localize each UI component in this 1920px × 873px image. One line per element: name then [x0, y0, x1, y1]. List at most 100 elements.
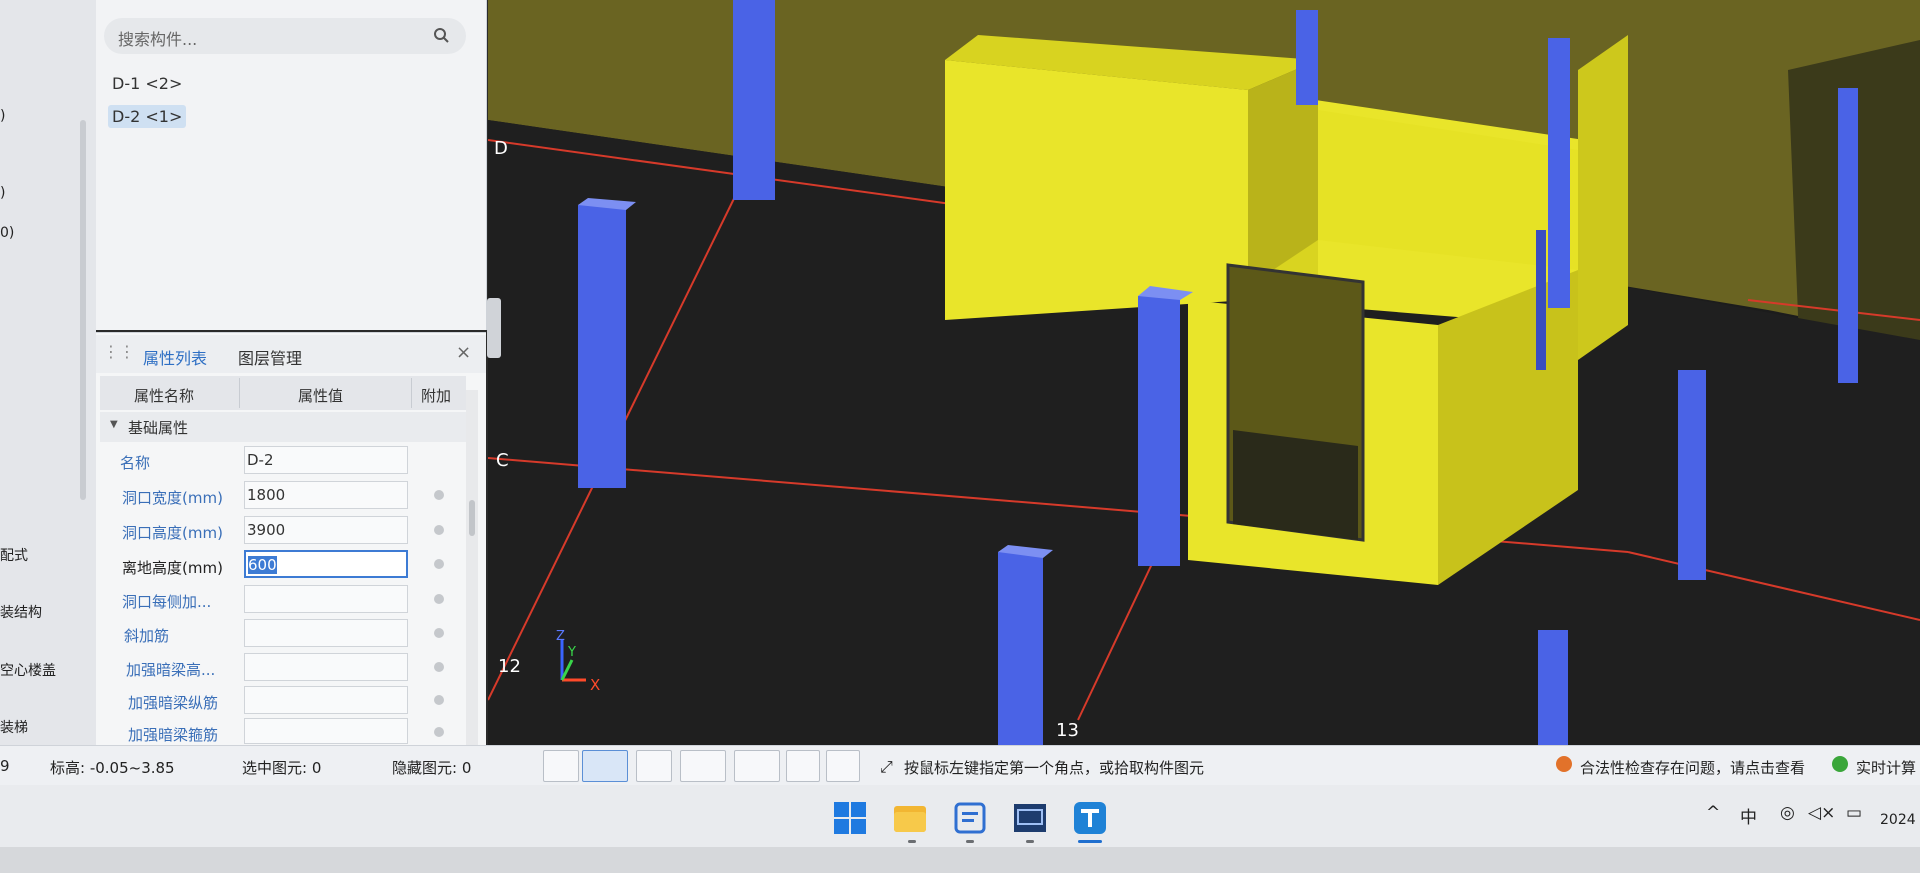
status-hidden: 隐藏图元: 0 — [392, 759, 472, 777]
property-name: 加强暗梁纵筋 — [128, 694, 219, 712]
status-warning[interactable]: 合法性检查存在问题，请点击查看 — [1580, 757, 1805, 778]
gizmo-z-label: Z — [556, 629, 565, 644]
property-value-field[interactable] — [244, 585, 408, 613]
property-value-field-active[interactable]: 600 — [244, 550, 408, 578]
left-nav-strip: ) ) 0) 配式 装结构 空心楼盖 装梯 — [0, 0, 96, 745]
extra-toggle[interactable] — [434, 559, 444, 569]
extra-toggle[interactable] — [434, 662, 444, 672]
tab-layer-management[interactable]: 图层管理 — [238, 345, 302, 369]
snap-ortho-button[interactable] — [543, 750, 579, 782]
gizmo-y-label: Y — [567, 645, 576, 660]
column — [1296, 10, 1318, 105]
column — [1548, 38, 1570, 308]
tab-property-list[interactable]: 属性列表 — [143, 345, 207, 369]
column — [998, 552, 1043, 745]
property-name: 斜加筋 — [124, 627, 170, 645]
property-name: 加强暗梁箍筋 — [128, 726, 219, 744]
extra-toggle[interactable] — [434, 490, 444, 500]
extra-toggle[interactable] — [434, 727, 444, 737]
axis-label-d: D — [494, 138, 508, 159]
snap-box-button[interactable] — [582, 750, 628, 782]
running-indicator — [908, 840, 916, 843]
header-name: 属性名称 — [134, 387, 195, 405]
snap-point-button[interactable] — [734, 750, 780, 782]
opening-floor — [1233, 430, 1358, 540]
clock-date[interactable]: 2024 — [1880, 812, 1916, 828]
ime-indicator[interactable]: 中 — [1740, 803, 1757, 828]
property-name: 洞口宽度(mm) — [122, 489, 223, 507]
extra-toggle[interactable] — [434, 594, 444, 604]
nav-fragment[interactable]: 装梯 — [0, 717, 28, 737]
property-value-field[interactable] — [244, 619, 408, 647]
nav-fragment[interactable]: ) — [0, 108, 5, 124]
collapse-arrow-icon[interactable]: ▼ — [110, 419, 118, 430]
axis-label-12: 12 — [498, 656, 521, 677]
header-value: 属性值 — [298, 387, 344, 405]
property-name: 名称 — [120, 454, 151, 472]
property-value-field[interactable] — [244, 718, 408, 744]
header-divider — [411, 378, 412, 408]
running-indicator — [1026, 840, 1034, 843]
property-value-field[interactable] — [244, 653, 408, 681]
column — [1538, 630, 1568, 745]
search-placeholder: 搜索构件... — [118, 30, 198, 49]
gizmo-x-label: X — [590, 676, 600, 694]
column — [1678, 370, 1706, 580]
column — [733, 0, 775, 200]
nav-fragment[interactable]: 空心楼盖 — [0, 660, 56, 680]
snap-angle-button[interactable] — [680, 750, 726, 782]
component-item-selected[interactable]: D-2 <1> — [108, 105, 187, 128]
column — [1838, 88, 1858, 383]
windows-start-icon[interactable] — [832, 800, 868, 836]
search-icon[interactable] — [433, 27, 449, 43]
chevron-up-icon[interactable]: ^ — [1706, 803, 1720, 823]
status-elevation: 标高: -0.05~3.85 — [50, 759, 175, 777]
wall-side — [1578, 35, 1628, 360]
nav-fragment[interactable]: ) — [0, 185, 5, 201]
file-explorer-icon[interactable] — [892, 800, 928, 836]
extra-toggle[interactable] — [434, 695, 444, 705]
nav-scrollbar[interactable] — [80, 120, 86, 500]
3d-viewport[interactable]: D C 12 13 Z Y X — [488, 0, 1920, 745]
snap-cross-button[interactable] — [636, 750, 672, 782]
status-fragment: 9 — [0, 757, 10, 775]
drag-handle-icon[interactable]: ⋮⋮ — [103, 342, 135, 361]
panel-collapse-handle[interactable] — [487, 298, 501, 358]
status-realtime[interactable]: 实时计算 — [1856, 757, 1916, 778]
snap-curve-button[interactable] — [826, 750, 860, 782]
property-name: 加强暗梁高... — [126, 661, 216, 679]
network-icon[interactable]: ◎ — [1780, 803, 1795, 823]
status-selected: 选中图元: 0 — [242, 759, 322, 777]
battery-icon[interactable]: ▭ — [1846, 803, 1862, 823]
group-label: 基础属性 — [128, 419, 189, 437]
app-icon[interactable] — [952, 800, 988, 836]
glodon-app-icon[interactable] — [1072, 800, 1108, 836]
resize-icon: ⤢ — [880, 757, 893, 776]
nav-fragment[interactable]: 装结构 — [0, 602, 42, 622]
property-value-field[interactable]: D-2 — [244, 446, 408, 474]
active-indicator — [1078, 840, 1102, 843]
nav-fragment[interactable]: 配式 — [0, 545, 28, 565]
3d-scene[interactable]: D C 12 13 Z Y X — [488, 0, 1920, 745]
property-value-field[interactable] — [244, 686, 408, 714]
running-indicator — [966, 840, 974, 843]
property-name: 洞口高度(mm) — [122, 524, 223, 542]
cad-app-icon[interactable] — [1012, 800, 1048, 836]
property-value-field[interactable]: 3900 — [244, 516, 408, 544]
snap-grid-button[interactable] — [786, 750, 820, 782]
warning-icon[interactable] — [1556, 756, 1572, 772]
property-scrollbar[interactable] — [466, 390, 478, 745]
header-divider — [239, 378, 240, 408]
column — [1536, 230, 1546, 370]
scrollbar-thumb[interactable] — [469, 500, 475, 536]
component-item[interactable]: D-1 <2> — [108, 72, 186, 95]
close-icon[interactable]: × — [456, 342, 471, 363]
extra-toggle[interactable] — [434, 525, 444, 535]
property-value-field[interactable]: 1800 — [244, 481, 408, 509]
nav-fragment[interactable]: 0) — [0, 225, 14, 241]
extra-toggle[interactable] — [434, 628, 444, 638]
column — [1138, 296, 1180, 566]
axis-label-c: C — [496, 450, 509, 471]
volume-icon[interactable]: ◁× — [1808, 803, 1835, 823]
check-icon[interactable] — [1832, 756, 1848, 772]
